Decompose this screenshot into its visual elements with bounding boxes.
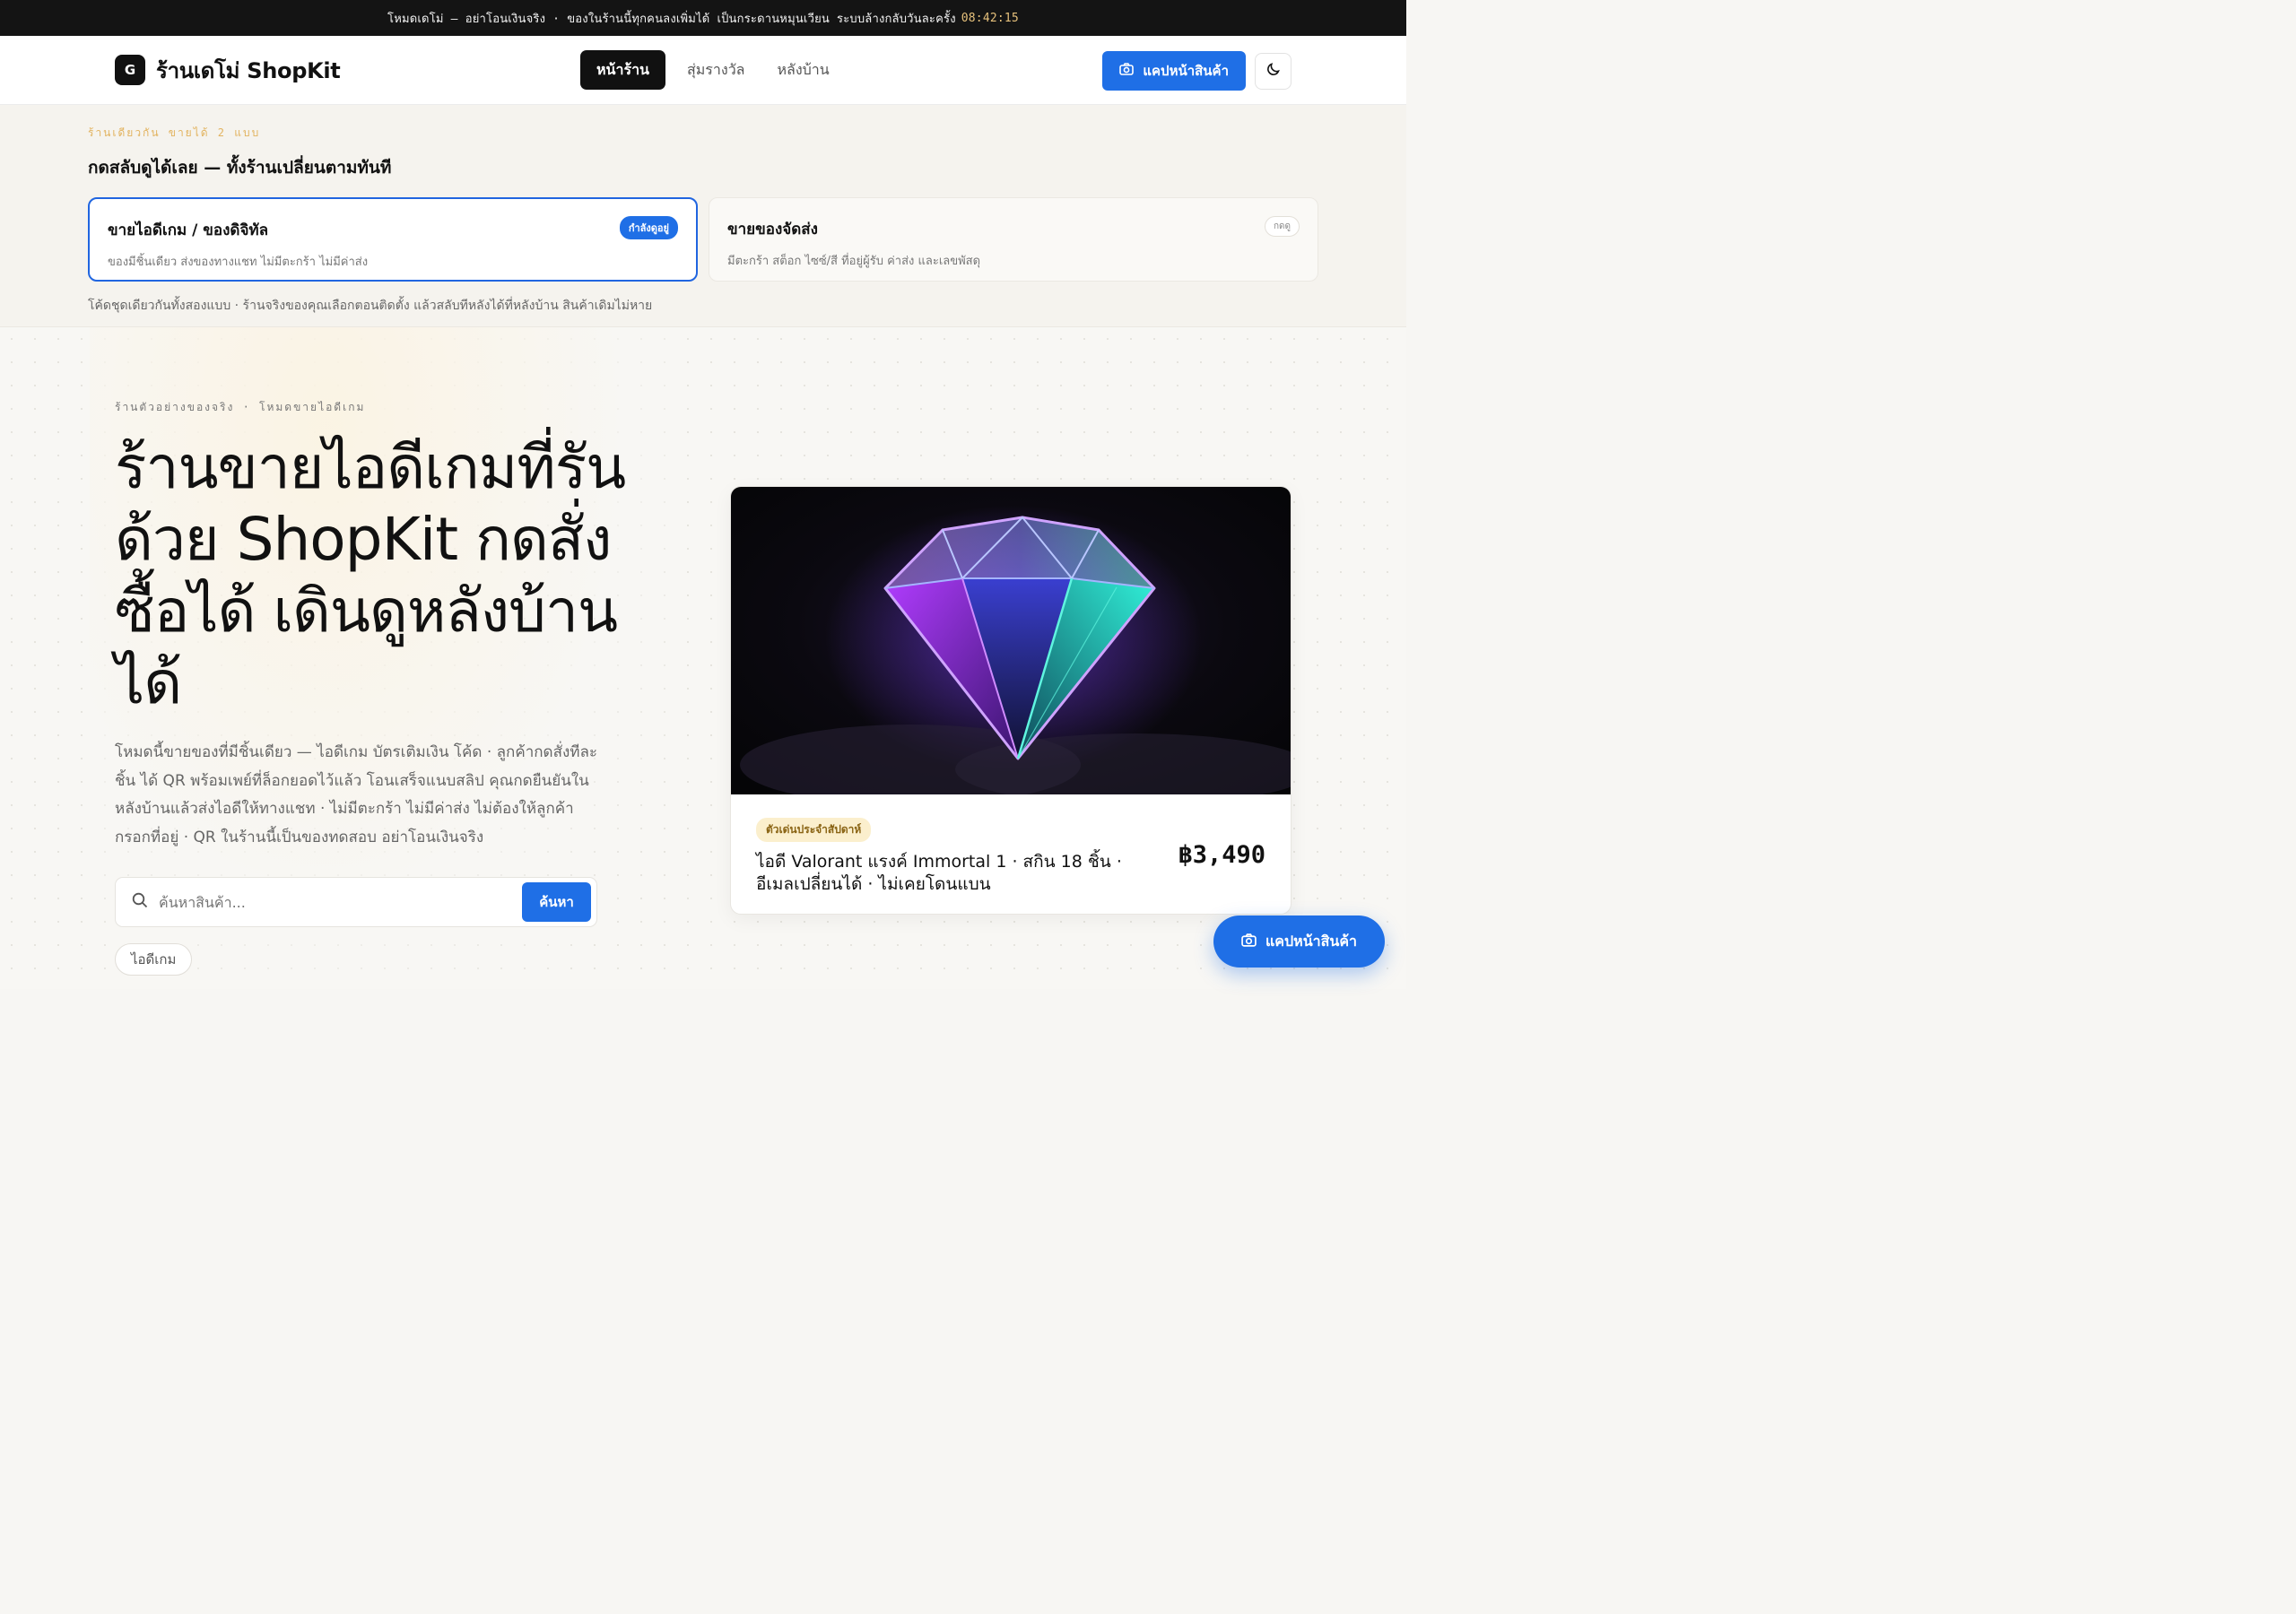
brand-logo: G	[115, 55, 145, 85]
mode-kicker: ร้านเดียวกัน ขายได้ 2 แบบ	[88, 126, 261, 139]
capture-product-button[interactable]: แคปหน้าสินค้า	[1102, 51, 1246, 91]
reset-clock: 08:42:15	[961, 11, 1019, 25]
featured-product-info: ตัวเด่นประจำสัปดาห์ ไอดี Valorant แรงค์ …	[731, 794, 1291, 914]
hero-kicker: ร้านตัวอย่างของจริง · โหมดขายไอดีเกม	[115, 401, 366, 413]
brand-name: ร้านเดโม่ ShopKit	[156, 57, 341, 83]
product-price: ฿3,490	[1178, 841, 1265, 869]
nav-storefront[interactable]: หน้าร้าน	[580, 50, 665, 90]
camera-icon	[1119, 63, 1135, 79]
category-tag-game-id[interactable]: ไอดีเกม	[115, 943, 193, 976]
hero-description: โหมดนี้ขายของที่มีชิ้นเดียว — ไอดีเกม บั…	[115, 743, 598, 846]
moon-icon	[1266, 62, 1281, 81]
featured-product-card[interactable]: ตัวเด่นประจำสัปดาห์ ไอดี Valorant แรงค์ …	[730, 486, 1292, 915]
mode-cards: ขายไอดีเกม / ของดิจิทัล ของมีชิ้นเดียว ส…	[88, 197, 1318, 282]
shop-mode-chooser: ร้านเดียวกัน ขายได้ 2 แบบ กดสลับดูได้เลย…	[0, 105, 1406, 327]
brand[interactable]: G ร้านเดโม่ ShopKit	[115, 53, 341, 88]
main-nav: หน้าร้าน สุ่มรางวัล หลังบ้าน	[580, 50, 846, 90]
floating-capture-button[interactable]: แคปหน้าสินค้า	[1213, 915, 1385, 968]
demo-banner: โหมดเดโม่ — อย่าโอนเงินจริง · ของในร้านน…	[0, 0, 1406, 36]
demo-banner-text: โหมดเดโม่ — อย่าโอนเงินจริง · ของในร้านน…	[387, 12, 956, 26]
capture-product-label: แคปหน้าสินค้า	[1143, 63, 1229, 79]
search-button[interactable]: ค้นหา	[522, 882, 591, 922]
mode-heading: กดสลับดูได้เลย — ทั้งร้านเปลี่ยนตามทันที	[88, 158, 392, 178]
view-mode-badge: กดดู	[1264, 216, 1300, 237]
mode-card-digital[interactable]: ขายไอดีเกม / ของดิจิทัล ของมีชิ้นเดียว ส…	[88, 197, 698, 282]
search-input[interactable]	[159, 893, 522, 911]
site-header: G ร้านเดโม่ ShopKit หน้าร้าน สุ่มรางวัล …	[0, 36, 1406, 105]
product-name: ไอดี Valorant แรงค์ Immortal 1 · สกิน 18…	[756, 852, 1122, 894]
hero-title: ร้านขายไอดีเกมที่รันด้วย ShopKit กดสั่งซ…	[115, 433, 626, 717]
mode-note: โค้ดชุดเดียวกันทั้งสองแบบ · ร้านจริงของค…	[88, 299, 653, 313]
featured-badge: ตัวเด่นประจำสัปดาห์	[756, 818, 872, 842]
current-mode-badge: กำลังดูอยู่	[619, 216, 678, 239]
nav-backoffice[interactable]: หลังบ้าน	[761, 50, 845, 90]
nav-lucky-draw[interactable]: สุ่มรางวัล	[671, 50, 761, 90]
header-actions: แคปหน้าสินค้า	[1102, 51, 1292, 91]
mode-card-title: ขายของจัดส่ง	[727, 221, 818, 239]
floating-capture-label: แคปหน้าสินค้า	[1265, 932, 1358, 950]
glowing-diamond-image	[731, 487, 1291, 794]
hero-section: ร้านตัวอย่างของจริง · โหมดขายไอดีเกม ร้า…	[0, 327, 1406, 989]
theme-toggle-button[interactable]	[1255, 52, 1292, 90]
hero-content: ร้านตัวอย่างของจริง · โหมดขายไอดีเกม ร้า…	[115, 399, 653, 976]
mode-card-title: ขายไอดีเกม / ของดิจิทัล	[108, 221, 269, 239]
mode-card-shipping[interactable]: ขายของจัดส่ง มีตะกร้า สต็อก ไซซ์/สี ที่อ…	[709, 197, 1318, 282]
search-bar: ค้นหา	[115, 877, 597, 927]
mode-card-desc: มีตะกร้า สต็อก ไซซ์/สี ที่อยู่ผู้รับ ค่า…	[727, 255, 981, 268]
camera-icon	[1241, 933, 1257, 950]
mode-card-desc: ของมีชิ้นเดียว ส่งของทางแชท ไม่มีตะกร้า …	[108, 256, 369, 269]
search-icon	[132, 892, 148, 913]
